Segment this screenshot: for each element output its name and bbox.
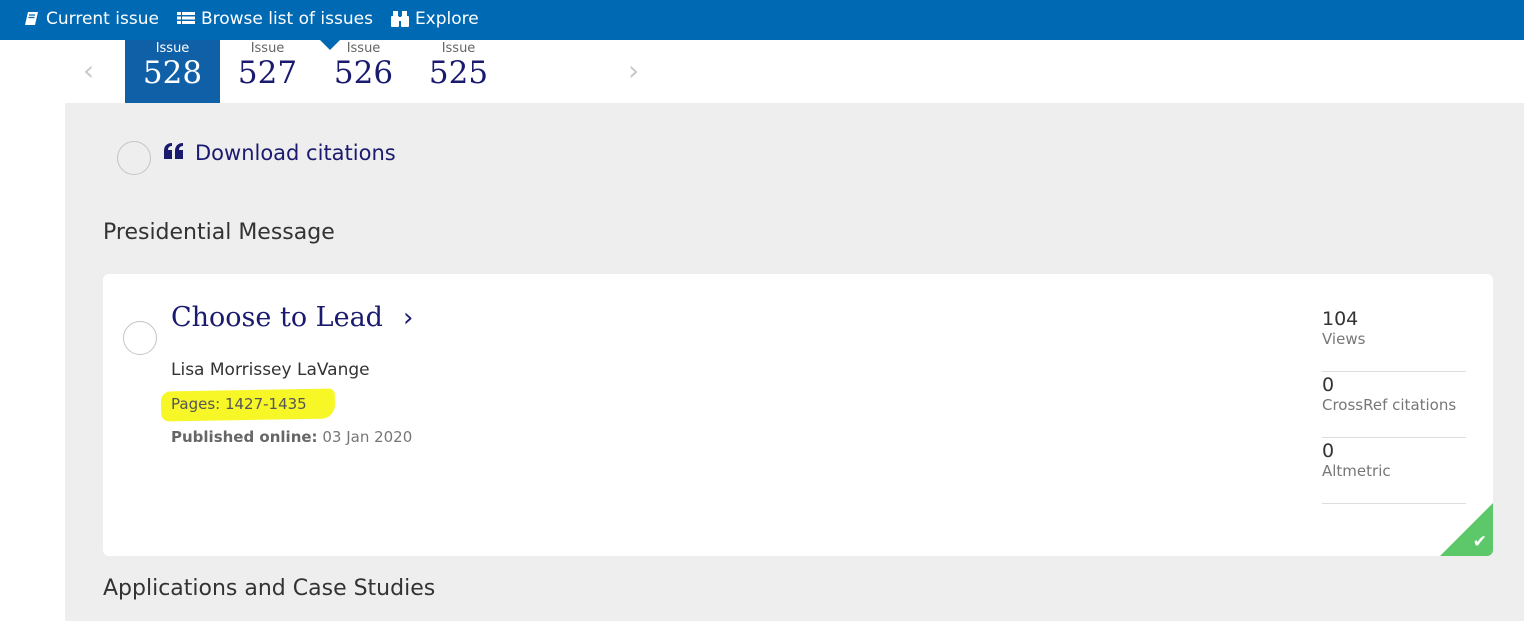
metric-value: 104 [1322,308,1359,330]
article-published: Published online: 03 Jan 2020 [171,428,412,446]
download-citations-label: Download citations [195,141,396,165]
article-select-checkbox[interactable] [123,321,157,355]
published-label: Published online: [171,428,318,446]
metric-value: 0 [1322,440,1335,462]
top-navigation-bar: Current issue Browse list of issues Expl… [0,0,1524,40]
chevron-right-icon[interactable]: › [403,303,413,333]
issue-carousel: ‹ Issue 528 Issue 527 Issue 526 Issue 52… [65,40,1524,113]
nav-current-issue-label: Current issue [46,9,159,29]
select-all-checkbox[interactable] [117,141,151,175]
article-pages: Pages: 1427-1435 [171,395,307,413]
top-nav: Current issue Browse list of issues Expl… [24,0,479,38]
metric-label: CrossRef citations [1322,396,1457,414]
issue-525-tab[interactable]: Issue 525 [411,40,506,103]
metric-label: Altmetric [1322,462,1391,480]
article-title-row: Choose to Lead › [171,302,413,333]
issue-number: 525 [428,55,489,91]
issue-number: 528 [142,55,203,91]
checkmark-icon: ✔ [1472,532,1487,552]
binoculars-icon [390,10,409,28]
book-icon [24,11,40,27]
section-heading: Presidential Message [103,220,335,245]
article-author[interactable]: Lisa Morrissey LaVange [171,360,370,380]
metric-label: Views [1322,330,1366,348]
section-heading: Applications and Case Studies [103,576,436,601]
issue-contents: Download citations Presidential Message … [65,103,1524,621]
metric-crossref: 0 CrossRef citations [1322,372,1466,438]
article-metrics: 104 Views 0 CrossRef citations 0 Altmetr… [1322,306,1466,504]
list-icon [176,11,195,27]
prev-issues-arrow[interactable]: ‹ [83,54,94,87]
next-issues-arrow[interactable]: › [628,54,639,87]
nav-browse-issues-label: Browse list of issues [200,9,373,29]
download-citations-link[interactable]: Download citations [163,141,396,165]
nav-explore[interactable]: Explore [390,9,479,29]
issue-label: Issue [155,41,190,56]
article-card: Choose to Lead › Lisa Morrissey LaVange … [103,274,1493,556]
issue-label: Issue [441,41,476,56]
menu-pointer [320,40,340,50]
published-date: 03 Jan 2020 [322,428,413,446]
nav-browse-issues[interactable]: Browse list of issues [176,9,373,29]
quote-icon [163,141,185,165]
metric-views: 104 Views [1322,306,1466,372]
issue-number: 526 [333,55,394,91]
article-title-link[interactable]: Choose to Lead [171,302,383,333]
issue-number: 527 [237,55,298,91]
issue-528-tab[interactable]: Issue 528 [125,40,220,113]
issue-label: Issue [250,41,285,56]
metric-altmetric: 0 Altmetric [1322,438,1466,504]
issue-527-tab[interactable]: Issue 527 [220,40,315,103]
nav-explore-label: Explore [414,9,479,29]
metric-value: 0 [1322,374,1335,396]
nav-current-issue[interactable]: Current issue [24,9,159,29]
